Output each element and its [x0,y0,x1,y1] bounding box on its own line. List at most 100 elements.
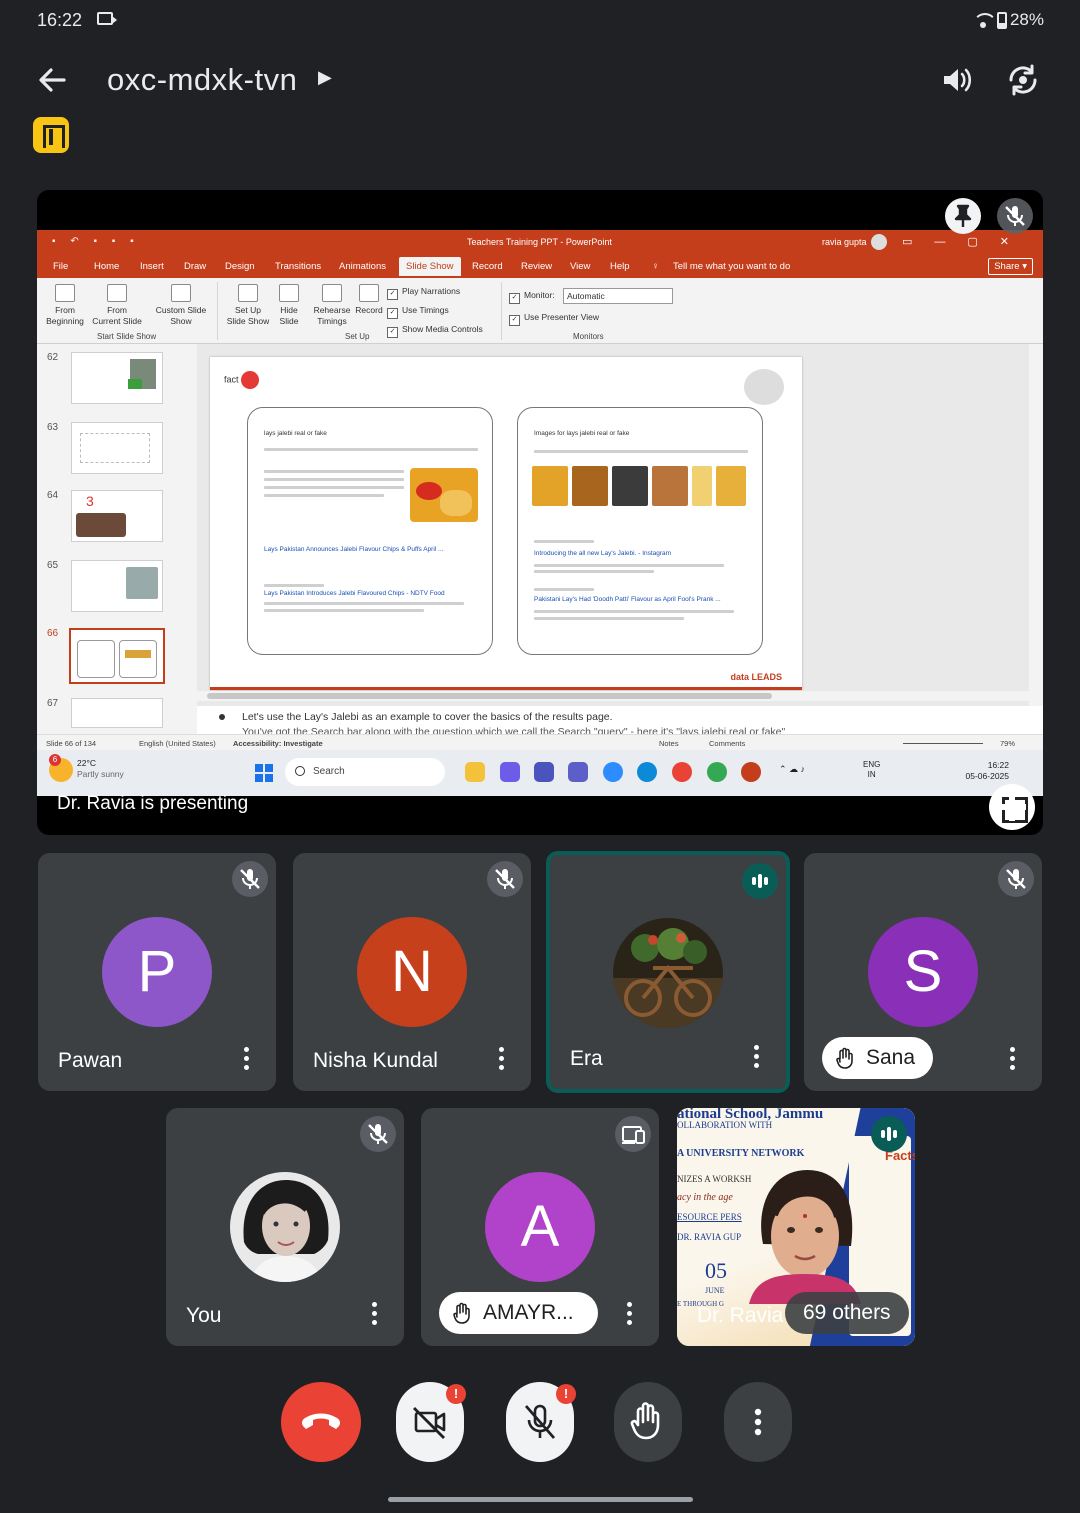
tab-home[interactable]: Home [94,261,119,272]
use-timings-checkbox[interactable]: Use Timings [387,305,449,319]
tab-record[interactable]: Record [472,261,503,272]
accessibility-status[interactable]: Accessibility: Investigate [233,739,323,748]
from-current-button[interactable]: From Current Slide [91,284,143,327]
participant-tile-speaking[interactable]: Era [546,851,790,1093]
switch-camera-icon[interactable] [1003,60,1043,100]
chips-image [410,468,478,522]
others-tile[interactable]: ational School, Jammu OLLABORATION WITH … [677,1108,915,1346]
tab-review[interactable]: Review [521,261,552,272]
copilot-icon[interactable] [500,762,520,782]
powerpoint-icon[interactable] [741,762,761,782]
hide-slide-button[interactable]: Hide Slide [275,284,303,327]
slide-thumbnail[interactable] [71,560,163,612]
participant-tile[interactable]: A AMAYR... [421,1108,659,1346]
images-header: Images for lays jalebi real or fake [534,430,630,437]
others-count-pill[interactable]: 69 others [785,1292,909,1334]
more-options-icon[interactable] [244,1047,250,1071]
ppt-ribbon-tabs: File Home Insert Draw Design Transitions… [37,254,1043,278]
record-button[interactable]: Record [353,284,385,316]
language-indicator[interactable]: English (United States) [139,739,216,748]
slide-thumbnail[interactable] [71,698,163,728]
tab-slide-show[interactable]: Slide Show [399,257,461,276]
zoom-slider[interactable] [903,743,983,744]
windows-start-icon[interactable] [255,764,273,782]
pin-icon[interactable] [945,198,981,234]
presenter-view-checkbox[interactable]: Use Presenter View [509,312,599,326]
presentation-tile[interactable]: ▪ ↶ ▪ ▪ ▪ Teachers Training PPT - PowerP… [37,190,1043,835]
comments-toggle[interactable]: Comments [709,739,745,748]
tab-help[interactable]: Help [610,261,630,272]
tab-view[interactable]: View [570,261,590,272]
tab-transitions[interactable]: Transitions [275,261,321,272]
weather-icon [49,754,73,782]
slide-thumbnail-selected[interactable] [69,628,165,684]
vertical-scrollbar[interactable] [1029,344,1043,734]
share-button[interactable]: Share ▾ [988,258,1033,275]
more-options-icon[interactable] [627,1302,633,1326]
banner-text: 05 [705,1258,727,1283]
play-narrations-checkbox[interactable]: Play Narrations [387,286,460,300]
mic-toggle-button[interactable]: ! [506,1382,576,1462]
chrome-profile-icon[interactable] [707,762,727,782]
quick-access-toolbar[interactable]: ▪ ↶ ▪ ▪ ▪ [52,236,140,247]
participant-tile-self[interactable]: You [166,1108,404,1346]
window-controls[interactable]: ▭—▢✕ [902,235,1031,248]
teams-icon[interactable] [534,762,554,782]
system-tray-icons[interactable]: ⌃ ☁ ♪ [779,764,805,775]
taskbar-search[interactable]: Search [285,758,445,786]
speaker-icon[interactable] [938,62,974,98]
speaker-notes[interactable]: Let's use the Lay's Jalebi as an example… [197,706,1043,734]
tab-design[interactable]: Design [225,261,255,272]
show-media-controls-checkbox[interactable]: Show Media Controls [387,324,483,338]
back-arrow-icon[interactable] [34,62,70,98]
notes-toggle[interactable]: Notes [659,739,679,748]
tab-draw[interactable]: Draw [184,261,206,272]
edge-icon[interactable] [637,762,657,782]
more-options-icon[interactable] [499,1047,505,1071]
from-beginning-button[interactable]: From Beginning [43,284,87,327]
tab-animations[interactable]: Animations [339,261,386,272]
weather-widget[interactable]: 22°C Partly sunny [77,758,124,780]
more-options-icon[interactable] [754,1045,760,1069]
home-indicator[interactable] [388,1497,693,1502]
monitor-select[interactable]: Automatic [563,288,673,304]
participant-tile[interactable]: P Pawan [38,853,276,1091]
app-icon[interactable] [568,762,588,782]
slide-counter: Slide 66 of 134 [46,739,97,748]
file-explorer-icon[interactable] [465,762,485,782]
rehearse-timings-button[interactable]: Rehearse Timings [311,284,353,327]
chrome-icon[interactable] [672,762,692,782]
raise-hand-button[interactable] [614,1382,682,1462]
data-leads-logo: data LEADS [730,672,782,682]
end-call-button[interactable] [281,1382,361,1462]
current-slide[interactable]: fact lays jalebi real or fake Lays Pakis… [210,357,802,690]
input-language[interactable]: ENG IN [863,760,880,780]
slide-thumbnail[interactable]: 3 [71,490,163,542]
more-options-icon[interactable] [1010,1047,1016,1071]
meeting-code[interactable]: oxc-mdxk-tvn [107,62,297,98]
zoom-icon[interactable] [603,762,623,782]
banner-text: acy in the age [677,1192,733,1203]
tell-me-search[interactable]: Tell me what you want to do [673,261,790,272]
zoom-level[interactable]: 79% [1000,739,1015,748]
slide-thumbnail[interactable] [71,352,163,404]
tab-file[interactable]: File [53,261,68,272]
taskbar-clock[interactable]: 16:22 05-06-2025 [959,760,1009,782]
participant-tile[interactable]: S Sana [804,853,1042,1091]
more-options-icon[interactable] [372,1302,378,1326]
horizontal-scrollbar[interactable] [197,691,1029,701]
fullscreen-icon[interactable] [989,784,1035,830]
text-line [534,588,594,591]
custom-show-button[interactable]: Custom Slide Show [149,284,213,327]
slide-thumbnail[interactable] [71,422,163,474]
set-up-slide-show-button[interactable]: Set Up Slide Show [223,284,273,327]
camera-toggle-button[interactable]: ! [396,1382,466,1462]
more-options-button[interactable] [724,1382,792,1462]
tab-insert[interactable]: Insert [140,261,164,272]
chevron-right-icon[interactable]: ▶ [318,67,332,88]
building-icon[interactable] [33,117,69,153]
participant-tile[interactable]: N Nisha Kundal [293,853,531,1091]
text-line [264,486,404,489]
result-image [612,466,648,506]
scroll-thumb[interactable] [207,693,772,699]
